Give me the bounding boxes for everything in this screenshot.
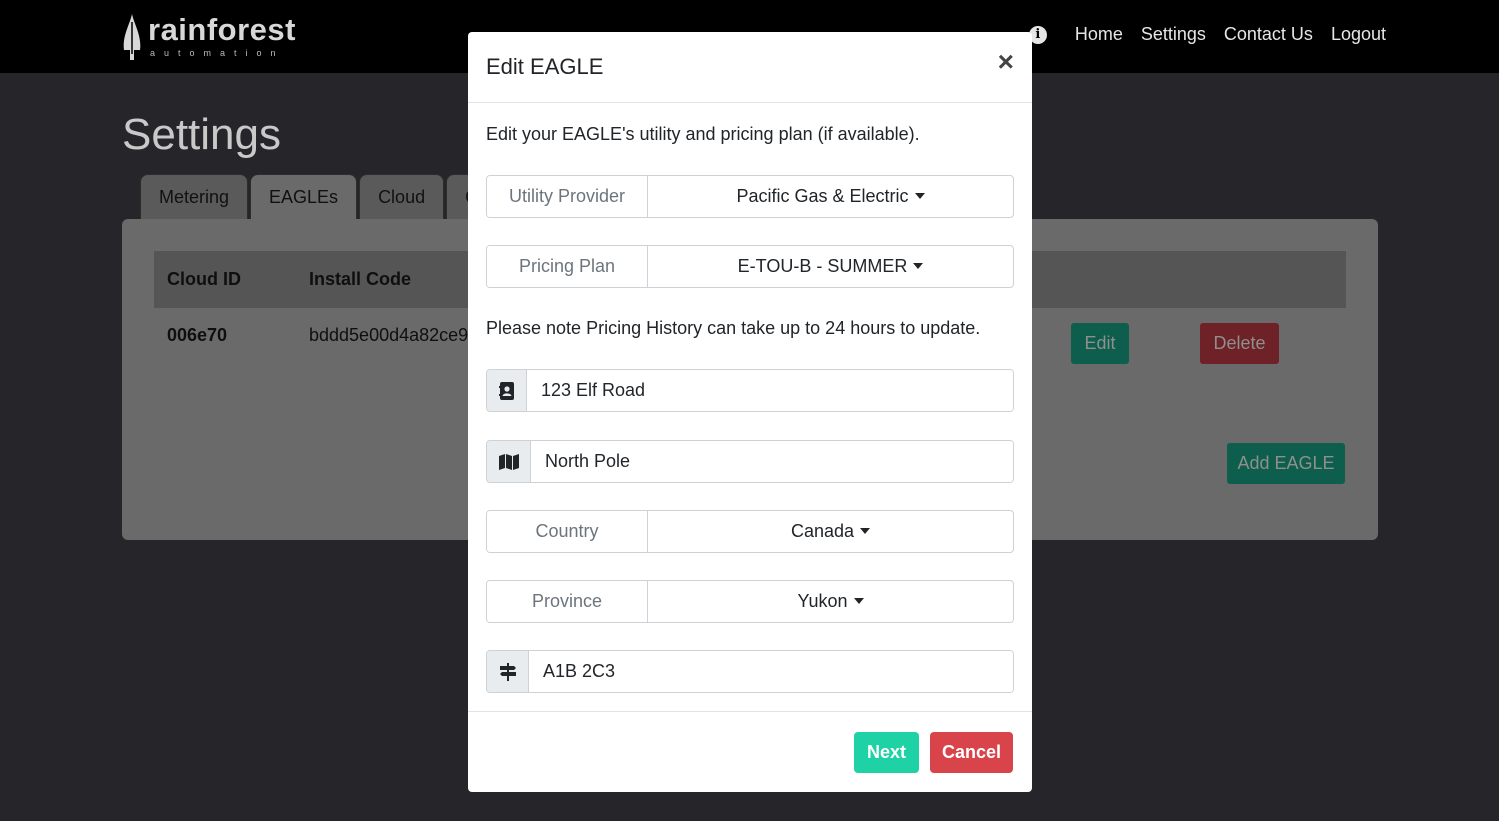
- utility-provider-label: Utility Provider: [487, 176, 648, 217]
- utility-provider-value: Pacific Gas & Electric: [736, 186, 909, 206]
- city-input[interactable]: [531, 441, 1013, 482]
- utility-provider-dropdown[interactable]: Pacific Gas & Electric: [648, 176, 1013, 217]
- modal-footer: Next Cancel: [468, 711, 1032, 792]
- city-group: [486, 440, 1014, 483]
- caret-down-icon: [914, 192, 925, 199]
- country-value: Canada: [790, 521, 855, 541]
- modal-description: Edit your EAGLE's utility and pricing pl…: [486, 124, 920, 144]
- province-label: Province: [487, 581, 648, 622]
- edit-eagle-modal: Edit EAGLE × Edit your EAGLE's utility a…: [468, 32, 1032, 792]
- utility-provider-group: Utility Provider Pacific Gas & Electric: [486, 175, 1014, 218]
- map-icon: [487, 441, 531, 482]
- caret-down-icon: [913, 262, 924, 269]
- modal-header: Edit EAGLE ×: [468, 32, 1032, 103]
- pricing-plan-dropdown[interactable]: E-TOU-B - SUMMER: [648, 246, 1013, 287]
- address-input[interactable]: [527, 370, 1013, 411]
- signpost-icon: [487, 651, 529, 692]
- postal-code-group: [486, 650, 1014, 693]
- next-button[interactable]: Next: [854, 732, 919, 773]
- close-icon[interactable]: ×: [998, 48, 1014, 76]
- address-group: [486, 369, 1014, 412]
- caret-down-icon: [853, 597, 864, 604]
- caret-down-icon: [860, 527, 871, 534]
- pricing-note: Please note Pricing History can take up …: [486, 318, 981, 338]
- postal-code-input[interactable]: [529, 651, 1013, 692]
- province-group: Province Yukon: [486, 580, 1014, 623]
- address-card-icon: [487, 370, 527, 411]
- pricing-plan-label: Pricing Plan: [487, 246, 648, 287]
- province-value: Yukon: [797, 591, 848, 611]
- pricing-plan-value: E-TOU-B - SUMMER: [737, 256, 908, 276]
- country-label: Country: [487, 511, 648, 552]
- modal-title: Edit EAGLE: [486, 54, 604, 79]
- country-group: Country Canada: [486, 510, 1014, 553]
- province-dropdown[interactable]: Yukon: [648, 581, 1013, 622]
- pricing-plan-group: Pricing Plan E-TOU-B - SUMMER: [486, 245, 1014, 288]
- country-dropdown[interactable]: Canada: [648, 511, 1013, 552]
- cancel-button[interactable]: Cancel: [930, 732, 1013, 773]
